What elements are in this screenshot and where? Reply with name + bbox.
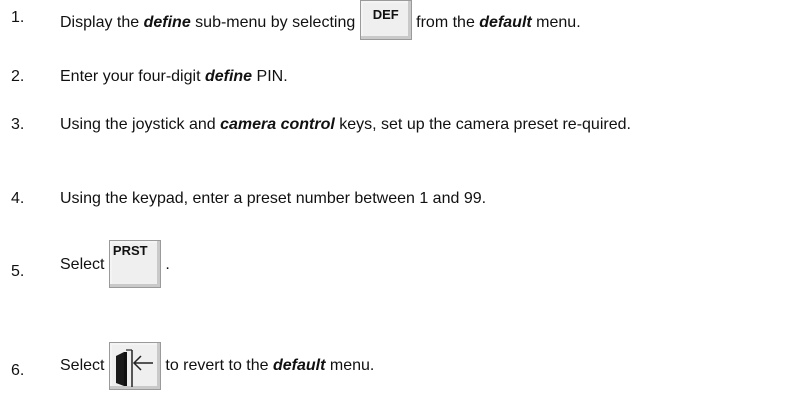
step-number: 4.	[11, 190, 25, 207]
term-define: define	[143, 14, 191, 32]
term-default: default	[272, 357, 326, 374]
step-number: 3.	[11, 116, 25, 133]
step-number: 6.	[11, 362, 25, 379]
step-3: 3. Using the joystick and camera control…	[0, 116, 791, 168]
step-text: Enter your four-digit define PIN.	[60, 68, 288, 85]
step-text: Select PRST .	[60, 240, 170, 288]
step-number: 2.	[11, 68, 25, 85]
term-camera-control: camera control	[220, 116, 335, 133]
term-define: define	[204, 68, 253, 85]
exit-menu-icon	[115, 349, 153, 387]
step-text: Select to revert to the default menu.	[60, 342, 374, 390]
step-6: 6. Select to revert to the default menu.	[0, 342, 791, 402]
term-default: default	[479, 14, 532, 32]
step-1: 1. Display the define sub-menu by select…	[0, 0, 791, 40]
exit-menu-button[interactable]	[108, 342, 161, 390]
step-5: 5. Select PRST .	[0, 240, 791, 298]
def-button[interactable]: DEF	[359, 0, 412, 40]
step-2: 2. Enter your four-digit define PIN.	[0, 68, 791, 92]
step-text: Using the joystick and camera control ke…	[60, 116, 631, 133]
step-text: Display the define sub-menu by selecting…	[60, 0, 581, 40]
step-number: 1.	[11, 9, 25, 26]
step-4: 4. Using the keypad, enter a preset numb…	[0, 190, 791, 214]
prst-button[interactable]: PRST	[108, 240, 161, 288]
step-number: 5.	[11, 263, 25, 280]
step-text: Using the keypad, enter a preset number …	[60, 190, 487, 207]
